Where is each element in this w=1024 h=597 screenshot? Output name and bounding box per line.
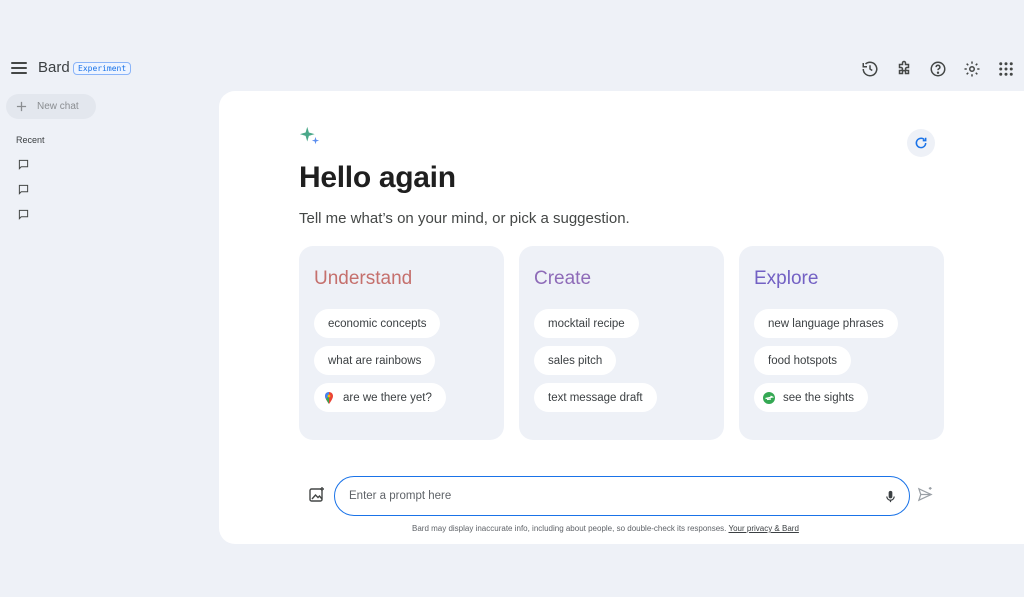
chip-label: new language phrases	[768, 317, 884, 330]
recent-chat-item[interactable]	[18, 182, 30, 195]
suggestion-chip[interactable]: economic concepts	[314, 309, 441, 338]
suggestion-chip[interactable]: see the sights	[754, 383, 868, 412]
disclaimer: Bard may display inaccurate info, includ…	[412, 524, 799, 533]
help-icon[interactable]	[926, 57, 950, 81]
chip-label: text message draft	[548, 391, 643, 404]
settings-icon[interactable]	[960, 57, 984, 81]
chip-label: mocktail recipe	[548, 317, 625, 330]
chip-label: what are rainbows	[328, 354, 422, 367]
experiment-badge: Experiment	[73, 62, 132, 75]
new-chat-button[interactable]: New chat	[6, 94, 96, 119]
greeting-subtitle: Tell me what’s on your mind, or pick a s…	[299, 210, 630, 227]
explore-card: Explore new language phrases food hotspo…	[739, 246, 944, 440]
chip-label: sales pitch	[548, 354, 603, 367]
recent-chat-item[interactable]	[18, 157, 30, 170]
suggestion-chip[interactable]: mocktail recipe	[534, 309, 639, 338]
suggestion-chip[interactable]: are we there yet?	[314, 383, 446, 412]
send-button[interactable]	[917, 486, 935, 504]
suggestion-chip[interactable]: sales pitch	[534, 346, 617, 375]
prompt-input[interactable]	[349, 487, 849, 505]
suggestion-chip[interactable]: new language phrases	[754, 309, 898, 338]
recent-chat-item[interactable]	[18, 207, 30, 220]
send-icon	[917, 486, 933, 502]
new-chat-label: New chat	[37, 101, 79, 112]
suggestion-chip[interactable]: food hotspots	[754, 346, 852, 375]
maps-pin-icon	[322, 391, 336, 405]
chat-bubble-icon	[18, 159, 29, 170]
suggestion-chip[interactable]: text message draft	[534, 383, 657, 412]
suggestion-chip[interactable]: what are rainbows	[314, 346, 436, 375]
extensions-icon[interactable]	[892, 57, 916, 81]
top-actions	[858, 57, 1018, 81]
suggestion-cards: Understand economic concepts what are ra…	[299, 246, 944, 440]
card-title: Explore	[754, 268, 819, 289]
history-icon[interactable]	[858, 57, 882, 81]
menu-icon[interactable]	[10, 60, 28, 76]
chip-label: are we there yet?	[343, 391, 432, 404]
brand-name: Bard	[38, 59, 70, 76]
upload-image-button[interactable]	[308, 486, 326, 504]
apps-grid-icon[interactable]	[994, 57, 1018, 81]
microphone-button[interactable]	[881, 487, 899, 505]
chat-bubble-icon	[18, 209, 29, 220]
understand-card: Understand economic concepts what are ra…	[299, 246, 504, 440]
chat-bubble-icon	[18, 184, 29, 195]
card-title: Understand	[314, 268, 413, 289]
top-bar: Bard Experiment	[0, 54, 1024, 82]
chip-label: economic concepts	[328, 317, 427, 330]
refresh-icon	[915, 137, 927, 149]
recent-heading: Recent	[16, 135, 45, 145]
plus-icon	[16, 101, 27, 112]
privacy-link[interactable]: Your privacy & Bard	[728, 524, 798, 533]
flights-icon	[762, 391, 776, 405]
chip-label: see the sights	[783, 391, 854, 404]
create-card: Create mocktail recipe sales pitch text …	[519, 246, 724, 440]
bard-app: Bard Experiment New chat Recent Hello ag…	[0, 0, 1024, 597]
refresh-suggestions-button[interactable]	[907, 129, 935, 157]
card-title: Create	[534, 268, 592, 289]
main-panel: Hello again Tell me what’s on your mind,…	[219, 91, 1024, 544]
add-image-icon	[309, 487, 324, 502]
greeting-heading: Hello again	[299, 161, 456, 194]
microphone-icon	[885, 490, 895, 502]
disclaimer-text: Bard may display inaccurate info, includ…	[412, 524, 727, 533]
sparkle-icon	[299, 126, 320, 145]
chip-label: food hotspots	[768, 354, 838, 367]
prompt-box	[334, 476, 910, 516]
